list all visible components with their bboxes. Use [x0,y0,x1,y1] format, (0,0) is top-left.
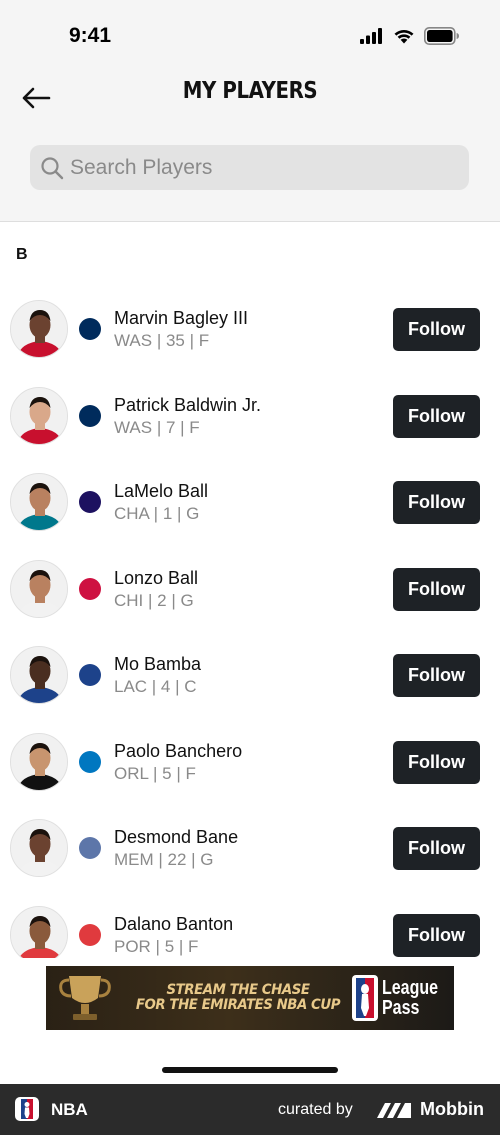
follow-button[interactable]: Follow [393,481,480,524]
player-row[interactable]: LaMelo Ball CHA | 1 | G Follow [0,459,500,545]
ad-banner[interactable]: STREAM THE CHASE FOR THE EMIRATES NBA CU… [46,966,454,1030]
footer-brand-name: Mobbin [420,1099,484,1119]
team-logo-icon [79,491,101,513]
player-meta: MEM | 22 | G [114,850,214,869]
section-header-letter: B [16,246,28,263]
follow-button[interactable]: Follow [393,654,480,697]
player-meta: LAC | 4 | C [114,677,197,696]
search-bar[interactable] [30,145,469,190]
player-name[interactable]: Patrick Baldwin Jr. [114,395,261,416]
ad-line-1: STREAM THE CHASE [166,982,310,998]
player-name[interactable]: Desmond Bane [114,827,238,848]
follow-button[interactable]: Follow [393,394,480,438]
team-logo-icon [79,577,101,600]
footer-curated-by: curated by [278,1101,353,1118]
player-name[interactable]: Mo Bamba [114,654,201,675]
player-name[interactable]: Lonzo Ball [114,568,198,589]
nba-logo-icon [352,975,378,1021]
trophy-icon [46,966,124,1030]
search-icon [40,156,64,180]
player-avatar [10,646,68,704]
player-row[interactable]: Patrick Baldwin Jr. WAS | 7 | F Follow [0,373,500,459]
player-avatar [10,473,68,531]
player-row[interactable]: Dalano Banton POR | 5 | F Follow [0,892,500,958]
team-logo-icon [79,837,101,859]
player-meta: WAS | 35 | F [114,331,210,350]
player-meta: CHA | 1 | G [114,504,200,523]
follow-button[interactable]: Follow [393,827,480,870]
player-avatar [10,559,68,618]
player-meta: CHI | 2 | G [114,590,194,610]
player-name[interactable]: Dalano Banton [114,914,233,935]
player-avatar [10,819,68,877]
player-row[interactable]: Lonzo Ball CHI | 2 | G Follow [0,546,500,632]
player-row[interactable]: Paolo Banchero ORL | 5 | F Follow [0,719,500,805]
footer-app-name: NBA [51,1100,88,1119]
player-avatar [10,386,68,445]
league-pass-line-1: League [382,977,439,999]
search-input[interactable] [70,155,450,180]
player-meta: POR | 5 | F [114,936,199,956]
team-logo-icon [79,923,101,946]
follow-button[interactable]: Follow [393,308,480,351]
signal-icon [360,28,382,44]
status-icons [360,26,460,46]
home-indicator[interactable] [162,1067,338,1073]
player-avatar [10,300,68,358]
header-area: 9:41 MY PLAYERS [0,0,500,222]
ad-line-2: FOR THE EMIRATES NBA CUP [135,997,341,1013]
footer-bar: NBA curated by Mobbin [0,1084,500,1135]
battery-icon [424,27,459,45]
league-pass-line-2: Pass [382,997,420,1019]
wifi-icon [394,29,414,44]
team-logo-icon [79,664,101,686]
player-row[interactable]: Desmond Bane MEM | 22 | G Follow [0,805,500,891]
ad-headline: STREAM THE CHASE FOR THE EMIRATES NBA CU… [133,983,343,1013]
follow-button[interactable]: Follow [393,567,480,611]
player-row[interactable]: Mo Bamba LAC | 4 | C Follow [0,632,500,718]
player-name[interactable]: Paolo Banchero [114,741,242,762]
player-name[interactable]: Marvin Bagley III [114,308,248,329]
player-meta: WAS | 7 | F [114,417,200,437]
player-list[interactable]: Marvin Bagley III WAS | 35 | F Follow Patri… [0,286,500,958]
page-title: MY PLAYERS [182,78,318,104]
mobbin-logo-icon [377,1103,411,1118]
follow-button[interactable]: Follow [393,740,480,784]
team-logo-icon [79,750,101,773]
player-name[interactable]: LaMelo Ball [114,481,208,502]
status-time: 9:41 [69,24,112,47]
team-logo-icon [79,404,101,427]
player-avatar [10,732,68,791]
player-avatar [10,905,68,958]
player-meta: ORL | 5 | F [114,763,196,783]
nba-app-icon [15,1097,39,1121]
league-pass-logo: League Pass [382,977,439,1019]
team-logo-icon [79,318,101,340]
player-row[interactable]: Marvin Bagley III WAS | 35 | F Follow [0,286,500,372]
follow-button[interactable]: Follow [393,913,480,957]
